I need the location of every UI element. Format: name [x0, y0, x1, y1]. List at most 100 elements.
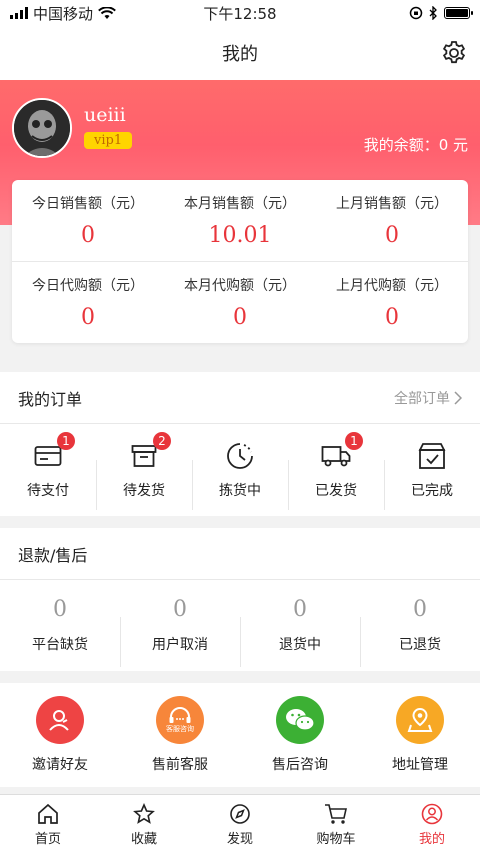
stat-today-purchase: 今日代购额（元） 0 — [12, 262, 164, 342]
vip-badge: vip1 — [84, 132, 133, 149]
headset-icon: 客服咨询 — [156, 696, 204, 744]
balance-label[interactable]: 我的余额：0 元 — [364, 134, 468, 155]
service-label: 售前客服 — [152, 757, 208, 773]
truck-icon — [321, 445, 351, 466]
refund-value: 0 — [293, 596, 307, 622]
page-title: 我的 — [222, 44, 258, 65]
stat-value: 0 — [81, 223, 95, 248]
status-bar: 中国移动 下午12:58 — [0, 0, 480, 26]
stat-value: 0 — [385, 223, 399, 248]
stat-month-sales: 本月销售额（元） 10.01 — [164, 180, 316, 261]
stat-label: 今日代购额（元） — [32, 277, 144, 294]
box-icon — [131, 444, 157, 467]
avatar[interactable] — [12, 98, 72, 158]
service-label: 邀请好友 — [32, 757, 88, 773]
service-invite-friends[interactable]: 邀请好友 — [0, 696, 120, 774]
location-icon — [396, 696, 444, 744]
tab-label: 购物车 — [316, 831, 356, 847]
stat-label: 本月代购额（元） — [184, 277, 296, 294]
badge-count: 1 — [345, 431, 363, 450]
refund-title: 退款/售后 — [18, 545, 88, 565]
refund-returned[interactable]: 0 已退货 — [360, 596, 480, 667]
stat-today-sales: 今日销售额（元） 0 — [12, 180, 164, 261]
headset-caption: 客服咨询 — [166, 724, 194, 733]
refund-label: 退货中 — [279, 636, 321, 653]
sales-stats-card: 今日销售额（元） 0 本月销售额（元） 10.01 上月销售额（元） 0 今日代购额（… — [12, 180, 468, 343]
stat-value: 0 — [81, 304, 95, 330]
cart-icon — [325, 803, 347, 824]
refund-value: 0 — [53, 596, 67, 622]
nav-bar: 我的 — [0, 26, 480, 80]
battery-icon — [444, 7, 473, 19]
refund-returning[interactable]: 0 退货中 — [240, 596, 360, 667]
badge-count: 1 — [57, 431, 75, 450]
tab-label: 发现 — [226, 831, 253, 847]
service-aftersale-consult[interactable]: 售后咨询 — [240, 696, 360, 774]
order-label: 已完成 — [411, 482, 453, 499]
order-pending-payment[interactable]: 1 待支付 — [0, 431, 96, 500]
all-orders-link[interactable]: 全部订单 — [394, 388, 462, 408]
stat-last-month-purchase: 上月代购额（元） 0 — [316, 262, 468, 342]
tab-label: 首页 — [34, 831, 61, 847]
star-icon — [133, 802, 155, 824]
wifi-icon — [98, 6, 116, 19]
clock-icon — [227, 442, 253, 469]
stat-label: 今日销售额（元） — [32, 196, 144, 212]
done-box-icon — [418, 442, 446, 469]
gear-icon[interactable] — [440, 39, 468, 67]
username: ueiii — [84, 104, 126, 126]
carrier-label: 中国移动 — [33, 4, 94, 23]
stat-value: 10.01 — [208, 223, 272, 248]
chevron-right-icon — [454, 390, 462, 405]
stat-label: 本月销售额（元） — [184, 196, 296, 212]
stat-month-purchase: 本月代购额（元） 0 — [164, 262, 316, 342]
refund-value: 0 — [173, 596, 187, 622]
refund-label: 用户取消 — [152, 636, 208, 653]
tab-favorites[interactable]: 收藏 — [96, 795, 192, 854]
wechat-icon — [276, 696, 324, 744]
services-section: 邀请好友 客服咨询 售前客服 售后咨询 地址管理 — [0, 683, 480, 787]
tab-label: 我的 — [418, 831, 445, 847]
card-icon — [34, 445, 62, 466]
refund-value: 0 — [413, 596, 427, 622]
stat-last-month-sales: 上月销售额（元） 0 — [316, 180, 468, 261]
refund-label: 已退货 — [399, 636, 441, 653]
all-orders-label: 全部订单 — [394, 390, 450, 407]
orders-title: 我的订单 — [18, 389, 83, 409]
refund-label: 平台缺货 — [32, 636, 88, 653]
order-completed[interactable]: 已完成 — [384, 440, 480, 510]
service-label: 售后咨询 — [272, 757, 328, 773]
service-address-management[interactable]: 地址管理 — [360, 696, 480, 774]
stat-value: 0 — [385, 304, 399, 330]
stat-label: 上月代购额（元） — [336, 277, 448, 294]
stat-value: 0 — [233, 304, 247, 330]
refund-user-cancelled[interactable]: 0 用户取消 — [120, 596, 240, 667]
tab-label: 收藏 — [130, 831, 157, 847]
tab-home[interactable]: 首页 — [0, 795, 96, 854]
orders-section: 我的订单 全部订单 1 待支付 2 待发货 拣货中 1 已发货 已完成 — [0, 372, 480, 516]
compass-icon — [230, 803, 250, 824]
stat-label: 上月销售额（元） — [336, 196, 448, 212]
order-label: 已发货 — [315, 482, 357, 499]
home-icon — [38, 803, 58, 824]
refund-section: 退款/售后 0 平台缺货 0 用户取消 0 退货中 0 已退货 — [0, 528, 480, 671]
tab-bar: 首页 收藏 发现 购物车 我的 — [0, 794, 480, 854]
order-pending-shipment[interactable]: 2 待发货 — [96, 431, 192, 510]
order-picking[interactable]: 拣货中 — [192, 440, 288, 510]
badge-count: 2 — [153, 431, 171, 450]
tab-cart[interactable]: 购物车 — [288, 795, 384, 854]
orientation-lock-icon — [409, 6, 423, 20]
signal-icon — [10, 7, 28, 19]
user-icon — [421, 803, 443, 824]
refund-out-of-stock[interactable]: 0 平台缺货 — [0, 597, 120, 654]
service-presale-support[interactable]: 客服咨询 售前客服 — [120, 696, 240, 774]
invite-icon — [36, 696, 84, 744]
order-label: 待支付 — [27, 482, 69, 499]
order-shipped[interactable]: 1 已发货 — [288, 431, 384, 510]
order-label: 待发货 — [123, 482, 165, 499]
service-label: 地址管理 — [392, 757, 448, 773]
tab-discover[interactable]: 发现 — [192, 795, 288, 854]
bluetooth-icon — [429, 6, 437, 20]
tab-mine[interactable]: 我的 — [384, 795, 480, 854]
order-label: 拣货中 — [219, 482, 261, 499]
